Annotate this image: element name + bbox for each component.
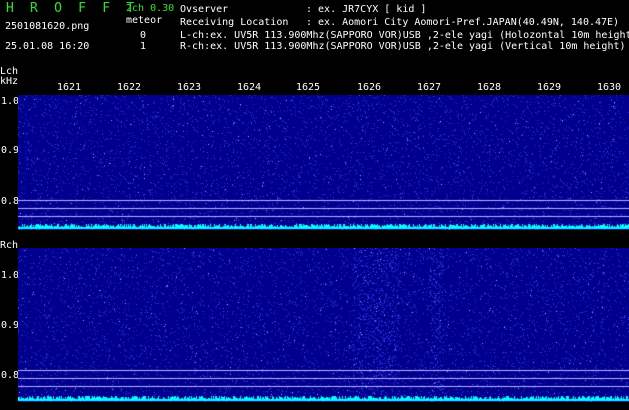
unit-label: kHz — [0, 76, 19, 87]
x-tick: 1628 — [477, 82, 502, 93]
rch-spectrogram — [18, 248, 629, 402]
lch-info: L-ch:ex. UV5R 113.900Mhz(SAPPORO VOR)USB… — [180, 30, 629, 41]
x-tick: 1626 — [357, 82, 382, 93]
observer-label: Ovserver — [180, 4, 229, 15]
x-tick: 1629 — [537, 82, 562, 93]
x-tick: 1624 — [237, 82, 262, 93]
datetime-label: 25.01.08 16:20 — [5, 41, 90, 52]
y-tick-r: 1.0 — [1, 270, 20, 281]
y-tick-r: 0.8 — [1, 370, 20, 381]
app-title: H R O F F T — [6, 1, 139, 16]
location-label: Receiving Location — [180, 17, 289, 28]
x-tick: 1630 — [597, 82, 622, 93]
x-tick: 1622 — [117, 82, 142, 93]
observer-value: : ex. JR7CYX [ kid ] — [306, 4, 427, 15]
y-tick-l: 1.0 — [1, 96, 20, 107]
version-label: 2ch 0.30 — [126, 3, 175, 14]
lch-spectrogram — [18, 95, 629, 230]
meteor-label: meteor — [126, 15, 163, 26]
x-tick: 1623 — [177, 82, 202, 93]
x-tick: 1621 — [57, 82, 82, 93]
x-tick: 1627 — [417, 82, 442, 93]
rch-info: R-ch:ex. UV5R 113.900Mhz(SAPPORO VOR)USB… — [180, 41, 626, 52]
y-tick-l: 0.8 — [1, 196, 20, 207]
y-tick-r: 0.9 — [1, 320, 20, 331]
location-value: : ex. Aomori City Aomori-Pref.JAPAN(40.4… — [306, 17, 620, 28]
filename-label: 2501081620.png — [5, 21, 90, 32]
meteor-count-r: 1 — [140, 41, 147, 52]
rch-label: Rch — [0, 240, 19, 251]
meteor-count-l: 0 — [140, 30, 147, 41]
y-tick-l: 0.9 — [1, 145, 20, 156]
x-tick: 1625 — [296, 82, 321, 93]
